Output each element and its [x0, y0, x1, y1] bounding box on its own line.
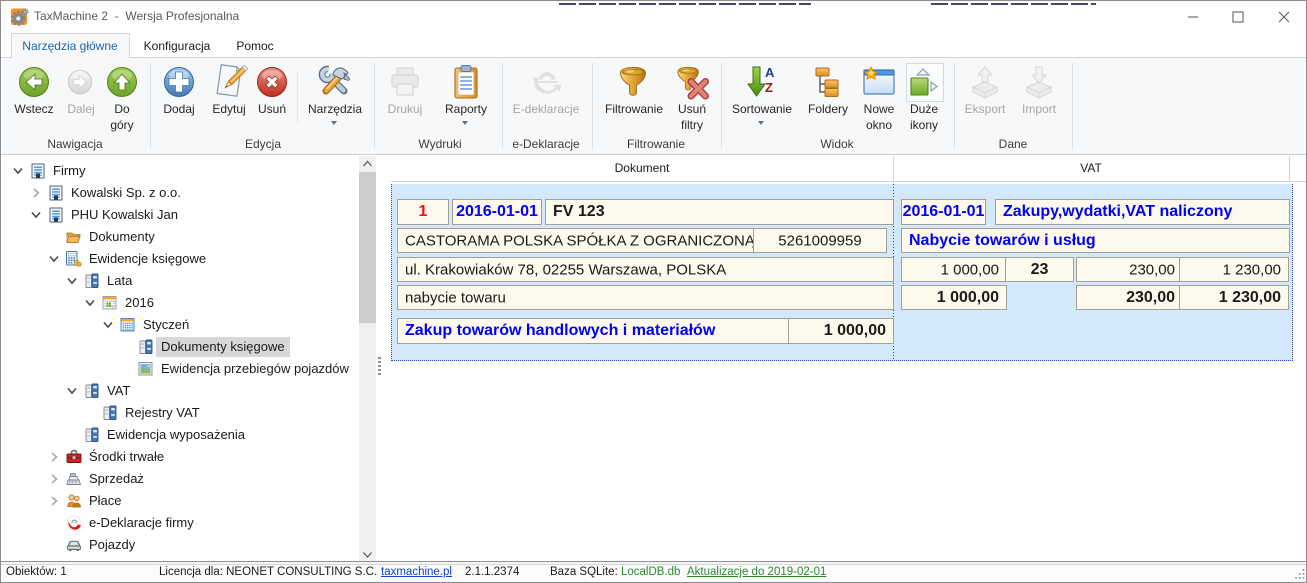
svg-text:A: A [765, 65, 775, 80]
svg-text:Z: Z [765, 80, 773, 95]
